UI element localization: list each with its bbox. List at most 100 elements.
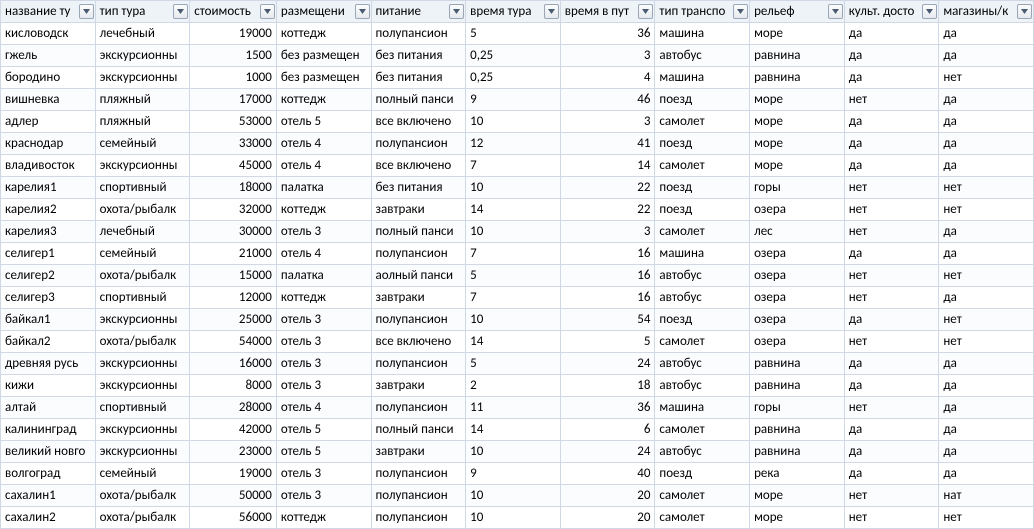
cell-name[interactable]: адлер: [1, 111, 96, 133]
cell-relief[interactable]: равнина: [750, 45, 845, 67]
cell-tour_time[interactable]: 5: [466, 353, 561, 375]
cell-name[interactable]: кисловодск: [1, 23, 96, 45]
cell-cost[interactable]: 25000: [190, 309, 277, 331]
cell-lodging[interactable]: отель 3: [276, 375, 371, 397]
cell-culture[interactable]: нет: [844, 221, 939, 243]
cell-name[interactable]: карелия1: [1, 177, 96, 199]
cell-type[interactable]: пляжный: [95, 89, 190, 111]
cell-transport[interactable]: машина: [655, 67, 750, 89]
cell-relief[interactable]: море: [750, 155, 845, 177]
filter-dropdown-icon[interactable]: [828, 4, 843, 19]
cell-travel_time[interactable]: 3: [560, 221, 655, 243]
cell-travel_time[interactable]: 20: [560, 507, 655, 529]
cell-tour_time[interactable]: 10: [466, 177, 561, 199]
cell-travel_time[interactable]: 14: [560, 155, 655, 177]
cell-shops[interactable]: нет: [939, 199, 1034, 221]
cell-culture[interactable]: нет: [844, 397, 939, 419]
cell-type[interactable]: семейный: [95, 243, 190, 265]
cell-name[interactable]: селигер2: [1, 265, 96, 287]
cell-tour_time[interactable]: 12: [466, 133, 561, 155]
cell-transport[interactable]: автобус: [655, 353, 750, 375]
cell-shops[interactable]: да: [939, 375, 1034, 397]
cell-culture[interactable]: да: [844, 463, 939, 485]
cell-lodging[interactable]: отель 3: [276, 331, 371, 353]
cell-type[interactable]: экскурсионны: [95, 353, 190, 375]
cell-name[interactable]: кижи: [1, 375, 96, 397]
cell-cost[interactable]: 54000: [190, 331, 277, 353]
cell-food[interactable]: полный панси: [371, 221, 466, 243]
cell-shops[interactable]: да: [939, 463, 1034, 485]
cell-shops[interactable]: да: [939, 45, 1034, 67]
cell-relief[interactable]: море: [750, 23, 845, 45]
cell-travel_time[interactable]: 3: [560, 45, 655, 67]
cell-transport[interactable]: поезд: [655, 463, 750, 485]
cell-food[interactable]: полупансион: [371, 353, 466, 375]
cell-shops[interactable]: нет: [939, 67, 1034, 89]
cell-shops[interactable]: да: [939, 89, 1034, 111]
cell-tour_time[interactable]: 10: [466, 441, 561, 463]
cell-shops[interactable]: да: [939, 287, 1034, 309]
cell-type[interactable]: семейный: [95, 133, 190, 155]
cell-tour_time[interactable]: 0,25: [466, 67, 561, 89]
cell-culture[interactable]: да: [844, 353, 939, 375]
cell-shops[interactable]: нет: [939, 265, 1034, 287]
cell-lodging[interactable]: без размещен: [276, 45, 371, 67]
cell-food[interactable]: полупансион: [371, 485, 466, 507]
cell-relief[interactable]: море: [750, 133, 845, 155]
cell-cost[interactable]: 19000: [190, 463, 277, 485]
cell-name[interactable]: сахалин1: [1, 485, 96, 507]
cell-cost[interactable]: 21000: [190, 243, 277, 265]
cell-culture[interactable]: да: [844, 67, 939, 89]
cell-name[interactable]: древняя русь: [1, 353, 96, 375]
cell-food[interactable]: все включено: [371, 155, 466, 177]
cell-relief[interactable]: озера: [750, 287, 845, 309]
cell-transport[interactable]: автобус: [655, 45, 750, 67]
cell-shops[interactable]: да: [939, 133, 1034, 155]
cell-culture[interactable]: нет: [844, 331, 939, 353]
cell-travel_time[interactable]: 16: [560, 243, 655, 265]
cell-transport[interactable]: машина: [655, 397, 750, 419]
cell-culture[interactable]: да: [844, 133, 939, 155]
cell-culture[interactable]: нет: [844, 199, 939, 221]
filter-dropdown-icon[interactable]: [1017, 4, 1032, 19]
cell-cost[interactable]: 18000: [190, 177, 277, 199]
cell-travel_time[interactable]: 46: [560, 89, 655, 111]
cell-shops[interactable]: да: [939, 111, 1034, 133]
cell-type[interactable]: экскурсионны: [95, 375, 190, 397]
cell-food[interactable]: полупансион: [371, 309, 466, 331]
cell-relief[interactable]: озера: [750, 331, 845, 353]
filter-dropdown-icon[interactable]: [449, 4, 464, 19]
cell-tour_time[interactable]: 10: [466, 485, 561, 507]
cell-travel_time[interactable]: 22: [560, 199, 655, 221]
cell-culture[interactable]: да: [844, 155, 939, 177]
cell-cost[interactable]: 12000: [190, 287, 277, 309]
cell-tour_time[interactable]: 7: [466, 155, 561, 177]
cell-relief[interactable]: равнина: [750, 375, 845, 397]
cell-relief[interactable]: озера: [750, 309, 845, 331]
cell-shops[interactable]: да: [939, 221, 1034, 243]
cell-shops[interactable]: да: [939, 23, 1034, 45]
cell-type[interactable]: экскурсионны: [95, 309, 190, 331]
cell-name[interactable]: байкал1: [1, 309, 96, 331]
cell-transport[interactable]: поезд: [655, 89, 750, 111]
cell-transport[interactable]: самолет: [655, 221, 750, 243]
cell-name[interactable]: карелия3: [1, 221, 96, 243]
cell-tour_time[interactable]: 2: [466, 375, 561, 397]
cell-travel_time[interactable]: 3: [560, 111, 655, 133]
cell-lodging[interactable]: отель 3: [276, 353, 371, 375]
cell-shops[interactable]: нет: [939, 507, 1034, 529]
cell-tour_time[interactable]: 7: [466, 287, 561, 309]
cell-type[interactable]: спортивный: [95, 397, 190, 419]
cell-transport[interactable]: самолет: [655, 155, 750, 177]
cell-food[interactable]: полупансион: [371, 463, 466, 485]
cell-tour_time[interactable]: 14: [466, 331, 561, 353]
cell-cost[interactable]: 50000: [190, 485, 277, 507]
cell-relief[interactable]: равнина: [750, 353, 845, 375]
cell-food[interactable]: без питания: [371, 45, 466, 67]
cell-lodging[interactable]: отель 3: [276, 463, 371, 485]
cell-tour_time[interactable]: 14: [466, 199, 561, 221]
cell-type[interactable]: охота/рыбалк: [95, 331, 190, 353]
cell-transport[interactable]: поезд: [655, 133, 750, 155]
column-header-shops[interactable]: магазины/к: [939, 1, 1034, 23]
cell-shops[interactable]: нет: [939, 177, 1034, 199]
